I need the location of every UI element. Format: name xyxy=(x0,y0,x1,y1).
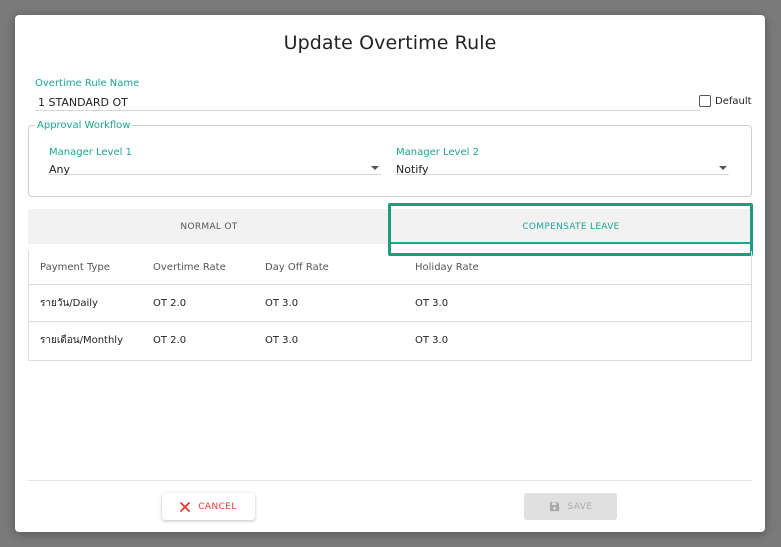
day-off-rate-cell: OT 3.0 xyxy=(265,297,299,309)
day-off-rate-cell: OT 3.0 xyxy=(265,335,299,346)
approval-workflow-group: Approval Workflow Manager Level 1 Any Ma… xyxy=(28,120,752,197)
cancel-button-label: CANCEL xyxy=(198,501,237,512)
chevron-down-icon xyxy=(719,166,727,170)
column-header-holiday-rate: Holiday Rate xyxy=(415,262,479,273)
table-row[interactable]: รายเดือน/Monthly OT 2.0 OT 3.0 OT 3.0 xyxy=(29,322,751,359)
column-header-payment-type: Payment Type xyxy=(40,262,110,273)
column-header-day-off-rate: Day Off Rate xyxy=(265,262,329,273)
table-header-row: Payment Type Overtime Rate Day Off Rate … xyxy=(29,251,751,285)
tab-normal-ot[interactable]: NORMAL OT xyxy=(28,209,390,244)
payment-type-cell: รายเดือน/Monthly xyxy=(40,335,124,346)
footer-divider xyxy=(28,480,752,481)
overtime-rate-cell: OT 2.0 xyxy=(153,335,187,346)
chevron-down-icon xyxy=(371,166,379,170)
overtime-rate-cell: OT 2.0 xyxy=(153,297,187,309)
holiday-rate-cell: OT 3.0 xyxy=(415,297,449,309)
overtime-rule-name-value[interactable]: 1 STANDARD OT xyxy=(38,96,128,109)
overtime-rule-name-label: Overtime Rule Name xyxy=(35,78,140,89)
cancel-button[interactable]: CANCEL xyxy=(162,493,255,520)
payment-type-cell: รายวัน/Daily xyxy=(40,297,98,309)
column-header-overtime-rate: Overtime Rate xyxy=(153,262,226,273)
default-checkbox-label: Default xyxy=(715,95,752,107)
dialog-title: Update Overtime Rule xyxy=(283,32,497,54)
default-checkbox-wrap[interactable]: Default xyxy=(699,95,752,107)
overtime-rule-name-field[interactable]: Overtime Rule Name 1 STANDARD OT xyxy=(35,78,700,111)
floppy-disk-icon xyxy=(549,501,560,512)
default-checkbox[interactable] xyxy=(699,95,711,107)
update-overtime-rule-dialog: Update Overtime Rule Overtime Rule Name … xyxy=(15,15,765,532)
ot-tabs: NORMAL OT COMPENSATE LEAVE xyxy=(28,209,752,244)
manager-level-2-label: Manager Level 2 xyxy=(396,147,479,158)
tab-compensate-leave[interactable]: COMPENSATE LEAVE xyxy=(390,209,752,244)
holiday-rate-cell: OT 3.0 xyxy=(415,335,449,346)
close-icon xyxy=(180,501,191,512)
manager-level-1-select[interactable]: Manager Level 1 Any xyxy=(49,147,381,176)
manager-level-2-value: Notify xyxy=(396,163,429,176)
manager-level-1-label: Manager Level 1 xyxy=(49,147,132,158)
save-button[interactable]: SAVE xyxy=(524,493,617,520)
table-row[interactable]: รายวัน/Daily OT 2.0 OT 3.0 OT 3.0 xyxy=(29,285,751,322)
manager-level-1-value: Any xyxy=(49,163,71,176)
manager-level-2-select[interactable]: Manager Level 2 Notify xyxy=(396,147,729,176)
save-button-label: SAVE xyxy=(567,501,593,512)
overtime-rates-table: Payment Type Overtime Rate Day Off Rate … xyxy=(28,251,752,361)
approval-workflow-legend: Approval Workflow xyxy=(35,120,133,131)
